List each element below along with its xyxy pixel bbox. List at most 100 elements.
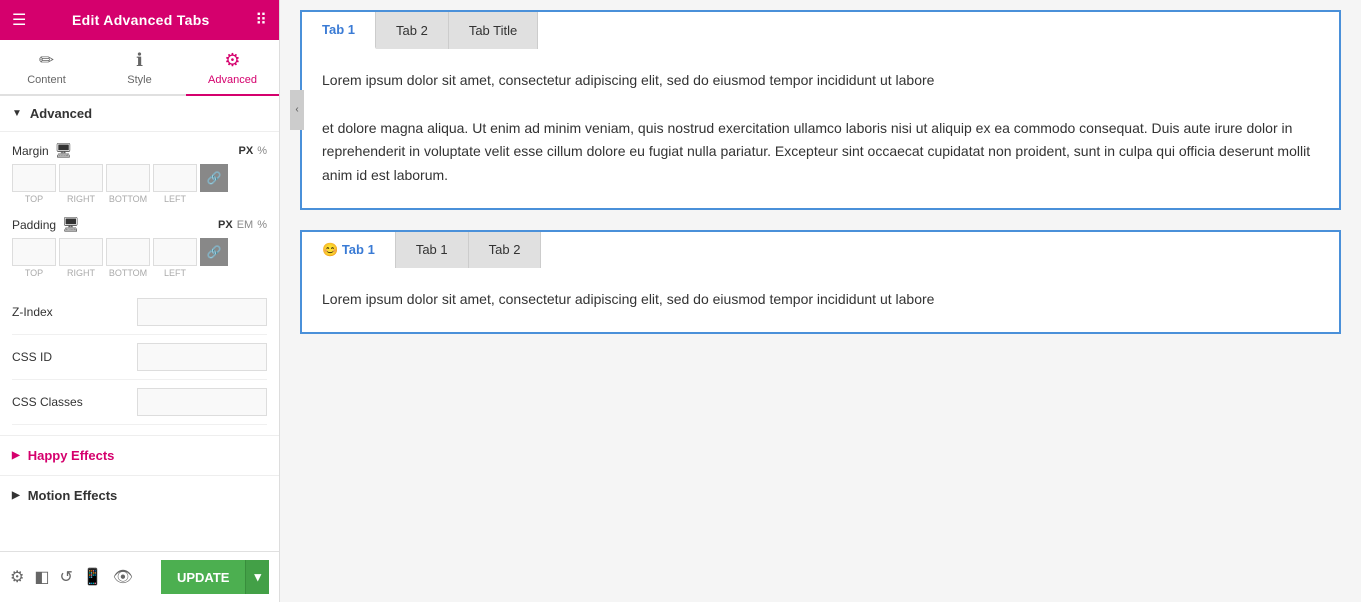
tab-widget-2: 😊 Tab 1 Tab 1 Tab 2 Lorem ipsum dolor si… [300, 230, 1341, 334]
motion-effects-section: ▶ Motion Effects [0, 475, 279, 515]
padding-unit-em[interactable]: EM [237, 219, 254, 231]
style-icon: ℹ [136, 50, 143, 71]
tab-advanced-label: Advanced [208, 74, 257, 86]
responsive-icon[interactable]: 📱 [83, 567, 103, 587]
padding-left-input[interactable] [153, 238, 197, 266]
right-content: Tab 1 Tab 2 Tab Title Lorem ipsum dolor … [280, 0, 1361, 602]
tab-widget-1-tab2[interactable]: Tab 2 [376, 12, 449, 49]
margin-unit-px[interactable]: PX [239, 145, 254, 157]
tab-widget-1-tab1[interactable]: Tab 1 [302, 12, 376, 49]
settings-icon[interactable]: ⚙ [10, 567, 24, 587]
zindex-row: Z-Index [12, 290, 267, 335]
margin-units: PX % [239, 145, 267, 157]
happy-effects-header[interactable]: ▶ Happy Effects [0, 436, 279, 475]
advanced-section-header[interactable]: ▼ Advanced [0, 96, 279, 132]
tab-widget-2-para: Lorem ipsum dolor sit amet, consectetur … [322, 288, 1319, 312]
tab-widget-2-content: Lorem ipsum dolor sit amet, consectetur … [302, 268, 1339, 332]
tab-style[interactable]: ℹ Style [93, 40, 186, 96]
margin-left-input[interactable] [153, 164, 197, 192]
margin-left-label: LEFT [153, 194, 197, 204]
zindex-input[interactable] [137, 298, 267, 326]
css-id-input[interactable] [137, 343, 267, 371]
css-id-label: CSS ID [12, 350, 52, 364]
margin-right-input[interactable] [59, 164, 103, 192]
css-classes-input[interactable] [137, 388, 267, 416]
tab-widget-2-tab1[interactable]: 😊 Tab 1 [302, 232, 396, 268]
css-classes-row: CSS Classes [12, 380, 267, 425]
padding-bottom-input[interactable] [106, 238, 150, 266]
eye-icon[interactable]: 👁 [113, 567, 133, 587]
margin-monitor-icon [55, 142, 73, 159]
padding-input-labels: TOP RIGHT BOTTOM LEFT [12, 268, 267, 278]
margin-input-labels: TOP RIGHT BOTTOM LEFT [12, 194, 267, 204]
collapse-handle[interactable]: ‹ [290, 90, 304, 130]
panel-tabs: ✏ Content ℹ Style ⚙ Advanced [0, 40, 279, 96]
update-button[interactable]: UPDATE ▾ [161, 560, 269, 594]
bottom-bar-icons: ⚙ ◧ ↺ 📱 👁 [10, 567, 133, 587]
tab-widget-1-nav: Tab 1 Tab 2 Tab Title [302, 12, 1339, 49]
padding-right-label: RIGHT [59, 268, 103, 278]
update-arrow-icon[interactable]: ▾ [245, 560, 269, 594]
margin-inputs: 🔗 [12, 164, 267, 192]
tab-content[interactable]: ✏ Content [0, 40, 93, 96]
history-icon[interactable]: ↺ [59, 567, 72, 587]
tab-widget-2-nav: 😊 Tab 1 Tab 1 Tab 2 [302, 232, 1339, 268]
zindex-label: Z-Index [12, 305, 53, 319]
padding-unit-percent[interactable]: % [257, 219, 267, 231]
advanced-section-label: Advanced [30, 106, 92, 121]
tab-widget-2-tab1b[interactable]: Tab 1 [396, 232, 469, 268]
panel-header: ☰ Edit Advanced Tabs ⠿ [0, 0, 279, 40]
happy-effects-arrow: ▶ [12, 450, 20, 461]
tab-widget-2-emoji: 😊 [322, 242, 338, 257]
padding-unit-px[interactable]: PX [218, 219, 233, 231]
margin-top-label: TOP [12, 194, 56, 204]
margin-bottom-input[interactable] [106, 164, 150, 192]
padding-bottom-label: BOTTOM [106, 268, 150, 278]
css-classes-label: CSS Classes [12, 395, 83, 409]
tab-widget-1-para2: et dolore magna aliqua. Ut enim ad minim… [322, 117, 1319, 188]
padding-label-row: Padding PX EM % [12, 216, 267, 233]
css-id-row: CSS ID [12, 335, 267, 380]
tab-widget-1: Tab 1 Tab 2 Tab Title Lorem ipsum dolor … [300, 10, 1341, 210]
hamburger-icon[interactable]: ☰ [12, 10, 26, 30]
tab-widget-1-tab-title[interactable]: Tab Title [449, 12, 538, 49]
happy-effects-label: Happy Effects [28, 448, 115, 463]
margin-link-button[interactable]: 🔗 [200, 164, 228, 192]
margin-label-row: Margin PX % [12, 142, 267, 159]
padding-top-label: TOP [12, 268, 56, 278]
motion-effects-header[interactable]: ▶ Motion Effects [0, 476, 279, 515]
happy-effects-section: ▶ Happy Effects [0, 435, 279, 475]
panel-title: Edit Advanced Tabs [72, 12, 210, 28]
margin-right-label: RIGHT [59, 194, 103, 204]
padding-monitor-icon [62, 216, 80, 233]
padding-top-input[interactable] [12, 238, 56, 266]
left-panel: ☰ Edit Advanced Tabs ⠿ ✏ Content ℹ Style… [0, 0, 280, 602]
layers-icon[interactable]: ◧ [34, 567, 49, 587]
motion-effects-arrow: ▶ [12, 490, 20, 501]
tab-widget-2-tab2[interactable]: Tab 2 [469, 232, 542, 268]
margin-bottom-label: BOTTOM [106, 194, 150, 204]
advanced-icon: ⚙ [224, 50, 240, 71]
padding-left-label: LEFT [153, 268, 197, 278]
update-main-label: UPDATE [161, 560, 245, 594]
margin-top-input[interactable] [12, 164, 56, 192]
padding-link-button[interactable]: 🔗 [200, 238, 228, 266]
margin-label: Margin [12, 142, 72, 159]
content-icon: ✏ [39, 50, 54, 71]
grid-icon[interactable]: ⠿ [255, 10, 267, 30]
padding-right-input[interactable] [59, 238, 103, 266]
margin-unit-percent[interactable]: % [257, 145, 267, 157]
padding-units: PX EM % [218, 219, 267, 231]
padding-inputs: 🔗 [12, 238, 267, 266]
tab-widget-1-para1: Lorem ipsum dolor sit amet, consectetur … [322, 69, 1319, 93]
tab-style-label: Style [127, 74, 151, 86]
bottom-bar: ⚙ ◧ ↺ 📱 👁 UPDATE ▾ [0, 551, 279, 602]
padding-field-row: Padding PX EM % 🔗 TOP RIGHT BOTTOM [12, 216, 267, 278]
advanced-arrow-icon: ▼ [12, 108, 22, 119]
tab-widget-1-content: Lorem ipsum dolor sit amet, consectetur … [302, 49, 1339, 208]
advanced-section-content: Margin PX % 🔗 TOP RIGHT BOTTOM LEFT [0, 132, 279, 435]
padding-label: Padding [12, 216, 80, 233]
margin-field-row: Margin PX % 🔗 TOP RIGHT BOTTOM LEFT [12, 142, 267, 204]
tab-advanced[interactable]: ⚙ Advanced [186, 40, 279, 96]
tab-content-label: Content [27, 74, 66, 86]
